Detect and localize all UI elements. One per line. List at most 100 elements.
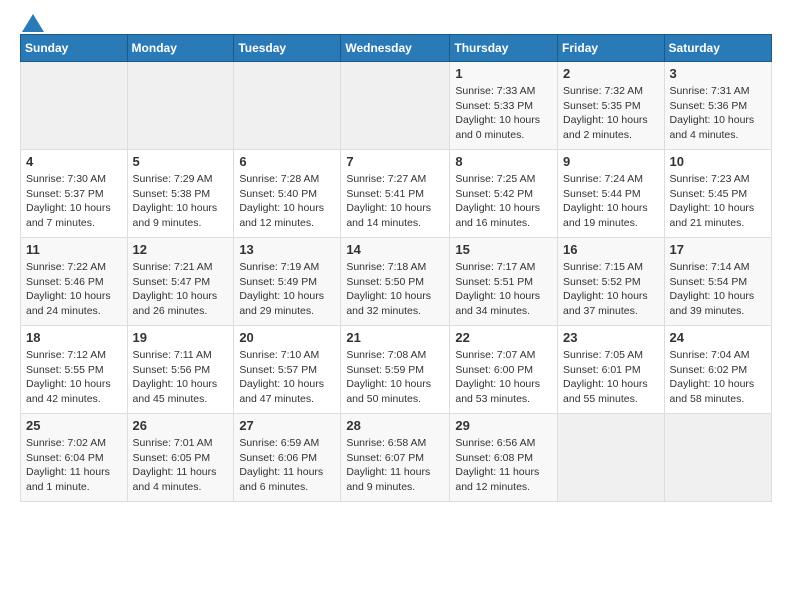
day-number: 24 bbox=[670, 330, 766, 345]
day-number: 11 bbox=[26, 242, 122, 257]
day-number: 5 bbox=[133, 154, 229, 169]
calendar-cell: 28 Sunrise: 6:58 AM Sunset: 6:07 PM Dayli… bbox=[341, 414, 450, 502]
calendar-cell: 27 Sunrise: 6:59 AM Sunset: 6:06 PM Dayli… bbox=[234, 414, 341, 502]
calendar-header-row: SundayMondayTuesdayWednesdayThursdayFrid… bbox=[21, 35, 772, 62]
day-content: Sunrise: 7:31 AM Sunset: 5:36 PM Dayligh… bbox=[670, 84, 766, 143]
calendar-cell: 5 Sunrise: 7:29 AM Sunset: 5:38 PM Daylig… bbox=[127, 150, 234, 238]
calendar-cell: 18Sunrise: 7:12 AM Sunset: 5:55 PM Dayli… bbox=[21, 326, 128, 414]
day-content: Sunrise: 7:02 AM Sunset: 6:04 PM Dayligh… bbox=[26, 436, 122, 495]
calendar-week-1: 1 Sunrise: 7:33 AM Sunset: 5:33 PM Daylig… bbox=[21, 62, 772, 150]
day-number: 18 bbox=[26, 330, 122, 345]
calendar-cell: 19 Sunrise: 7:11 AM Sunset: 5:56 PM Dayli… bbox=[127, 326, 234, 414]
day-content: Sunrise: 7:33 AM Sunset: 5:33 PM Dayligh… bbox=[455, 84, 552, 143]
calendar-cell: 2Sunrise: 7:32 AM Sunset: 5:35 PM Daylig… bbox=[558, 62, 665, 150]
day-number: 2 bbox=[563, 66, 659, 81]
day-content: Sunrise: 7:07 AM Sunset: 6:00 PM Dayligh… bbox=[455, 348, 552, 407]
day-content: Sunrise: 7:04 AM Sunset: 6:02 PM Dayligh… bbox=[670, 348, 766, 407]
day-number: 22 bbox=[455, 330, 552, 345]
calendar-cell: 4 Sunrise: 7:30 AM Sunset: 5:37 PM Daylig… bbox=[21, 150, 128, 238]
day-content: Sunrise: 7:11 AM Sunset: 5:56 PM Dayligh… bbox=[133, 348, 229, 407]
logo-icon bbox=[22, 14, 44, 32]
day-number: 7 bbox=[346, 154, 444, 169]
calendar-cell: 23Sunrise: 7:05 AM Sunset: 6:01 PM Dayli… bbox=[558, 326, 665, 414]
calendar-week-3: 11 Sunrise: 7:22 AM Sunset: 5:46 PM Dayli… bbox=[21, 238, 772, 326]
day-number: 1 bbox=[455, 66, 552, 81]
calendar-cell: 24 Sunrise: 7:04 AM Sunset: 6:02 PM Dayli… bbox=[664, 326, 771, 414]
day-content: Sunrise: 7:22 AM Sunset: 5:46 PM Dayligh… bbox=[26, 260, 122, 319]
day-content: Sunrise: 7:17 AM Sunset: 5:51 PM Dayligh… bbox=[455, 260, 552, 319]
day-content: Sunrise: 7:24 AM Sunset: 5:44 PM Dayligh… bbox=[563, 172, 659, 231]
calendar-cell: 9 Sunrise: 7:24 AM Sunset: 5:44 PM Daylig… bbox=[558, 150, 665, 238]
day-number: 26 bbox=[133, 418, 229, 433]
calendar-cell: 21 Sunrise: 7:08 AM Sunset: 5:59 PM Dayli… bbox=[341, 326, 450, 414]
calendar-cell: 14 Sunrise: 7:18 AM Sunset: 5:50 PM Dayli… bbox=[341, 238, 450, 326]
calendar-cell bbox=[127, 62, 234, 150]
calendar-cell: 20 Sunrise: 7:10 AM Sunset: 5:57 PM Dayli… bbox=[234, 326, 341, 414]
day-number: 6 bbox=[239, 154, 335, 169]
day-content: Sunrise: 7:29 AM Sunset: 5:38 PM Dayligh… bbox=[133, 172, 229, 231]
calendar-cell bbox=[21, 62, 128, 150]
day-content: Sunrise: 7:08 AM Sunset: 5:59 PM Dayligh… bbox=[346, 348, 444, 407]
calendar-cell: 6 Sunrise: 7:28 AM Sunset: 5:40 PM Daylig… bbox=[234, 150, 341, 238]
day-number: 15 bbox=[455, 242, 552, 257]
day-number: 25 bbox=[26, 418, 122, 433]
header-friday: Friday bbox=[558, 35, 665, 62]
calendar-cell: 10 Sunrise: 7:23 AM Sunset: 5:45 PM Dayli… bbox=[664, 150, 771, 238]
calendar-cell: 11 Sunrise: 7:22 AM Sunset: 5:46 PM Dayli… bbox=[21, 238, 128, 326]
calendar-cell bbox=[341, 62, 450, 150]
day-number: 29 bbox=[455, 418, 552, 433]
logo bbox=[20, 16, 44, 28]
day-number: 8 bbox=[455, 154, 552, 169]
calendar-cell: 1 Sunrise: 7:33 AM Sunset: 5:33 PM Daylig… bbox=[450, 62, 558, 150]
day-content: Sunrise: 7:27 AM Sunset: 5:41 PM Dayligh… bbox=[346, 172, 444, 231]
day-number: 9 bbox=[563, 154, 659, 169]
calendar-cell: 13Sunrise: 7:19 AM Sunset: 5:49 PM Dayli… bbox=[234, 238, 341, 326]
calendar-cell: 29 Sunrise: 6:56 AM Sunset: 6:08 PM Dayli… bbox=[450, 414, 558, 502]
calendar-cell: 12 Sunrise: 7:21 AM Sunset: 5:47 PM Dayli… bbox=[127, 238, 234, 326]
day-content: Sunrise: 7:21 AM Sunset: 5:47 PM Dayligh… bbox=[133, 260, 229, 319]
calendar-week-2: 4 Sunrise: 7:30 AM Sunset: 5:37 PM Daylig… bbox=[21, 150, 772, 238]
day-number: 21 bbox=[346, 330, 444, 345]
day-number: 3 bbox=[670, 66, 766, 81]
calendar-cell: 7 Sunrise: 7:27 AM Sunset: 5:41 PM Daylig… bbox=[341, 150, 450, 238]
day-content: Sunrise: 6:56 AM Sunset: 6:08 PM Dayligh… bbox=[455, 436, 552, 495]
calendar-cell: 26Sunrise: 7:01 AM Sunset: 6:05 PM Dayli… bbox=[127, 414, 234, 502]
calendar-cell: 15 Sunrise: 7:17 AM Sunset: 5:51 PM Dayli… bbox=[450, 238, 558, 326]
day-number: 10 bbox=[670, 154, 766, 169]
day-content: Sunrise: 7:19 AM Sunset: 5:49 PM Dayligh… bbox=[239, 260, 335, 319]
day-number: 20 bbox=[239, 330, 335, 345]
header-monday: Monday bbox=[127, 35, 234, 62]
day-number: 27 bbox=[239, 418, 335, 433]
calendar-cell: 25 Sunrise: 7:02 AM Sunset: 6:04 PM Dayli… bbox=[21, 414, 128, 502]
day-content: Sunrise: 7:30 AM Sunset: 5:37 PM Dayligh… bbox=[26, 172, 122, 231]
calendar-cell bbox=[558, 414, 665, 502]
calendar-cell bbox=[234, 62, 341, 150]
day-content: Sunrise: 7:18 AM Sunset: 5:50 PM Dayligh… bbox=[346, 260, 444, 319]
day-number: 4 bbox=[26, 154, 122, 169]
day-content: Sunrise: 7:14 AM Sunset: 5:54 PM Dayligh… bbox=[670, 260, 766, 319]
header-saturday: Saturday bbox=[664, 35, 771, 62]
calendar-week-4: 18Sunrise: 7:12 AM Sunset: 5:55 PM Dayli… bbox=[21, 326, 772, 414]
calendar-cell: 17 Sunrise: 7:14 AM Sunset: 5:54 PM Dayli… bbox=[664, 238, 771, 326]
header-thursday: Thursday bbox=[450, 35, 558, 62]
day-number: 12 bbox=[133, 242, 229, 257]
calendar-cell bbox=[664, 414, 771, 502]
day-content: Sunrise: 6:58 AM Sunset: 6:07 PM Dayligh… bbox=[346, 436, 444, 495]
day-content: Sunrise: 7:10 AM Sunset: 5:57 PM Dayligh… bbox=[239, 348, 335, 407]
calendar-cell: 22 Sunrise: 7:07 AM Sunset: 6:00 PM Dayli… bbox=[450, 326, 558, 414]
page-header bbox=[20, 16, 772, 28]
day-number: 28 bbox=[346, 418, 444, 433]
day-number: 16 bbox=[563, 242, 659, 257]
calendar-cell: 16Sunrise: 7:15 AM Sunset: 5:52 PM Dayli… bbox=[558, 238, 665, 326]
calendar-week-5: 25 Sunrise: 7:02 AM Sunset: 6:04 PM Dayli… bbox=[21, 414, 772, 502]
day-number: 17 bbox=[670, 242, 766, 257]
header-tuesday: Tuesday bbox=[234, 35, 341, 62]
calendar-cell: 3 Sunrise: 7:31 AM Sunset: 5:36 PM Daylig… bbox=[664, 62, 771, 150]
day-content: Sunrise: 7:28 AM Sunset: 5:40 PM Dayligh… bbox=[239, 172, 335, 231]
day-content: Sunrise: 6:59 AM Sunset: 6:06 PM Dayligh… bbox=[239, 436, 335, 495]
calendar-body: 1 Sunrise: 7:33 AM Sunset: 5:33 PM Daylig… bbox=[21, 62, 772, 502]
day-number: 19 bbox=[133, 330, 229, 345]
day-content: Sunrise: 7:23 AM Sunset: 5:45 PM Dayligh… bbox=[670, 172, 766, 231]
day-number: 23 bbox=[563, 330, 659, 345]
day-number: 14 bbox=[346, 242, 444, 257]
